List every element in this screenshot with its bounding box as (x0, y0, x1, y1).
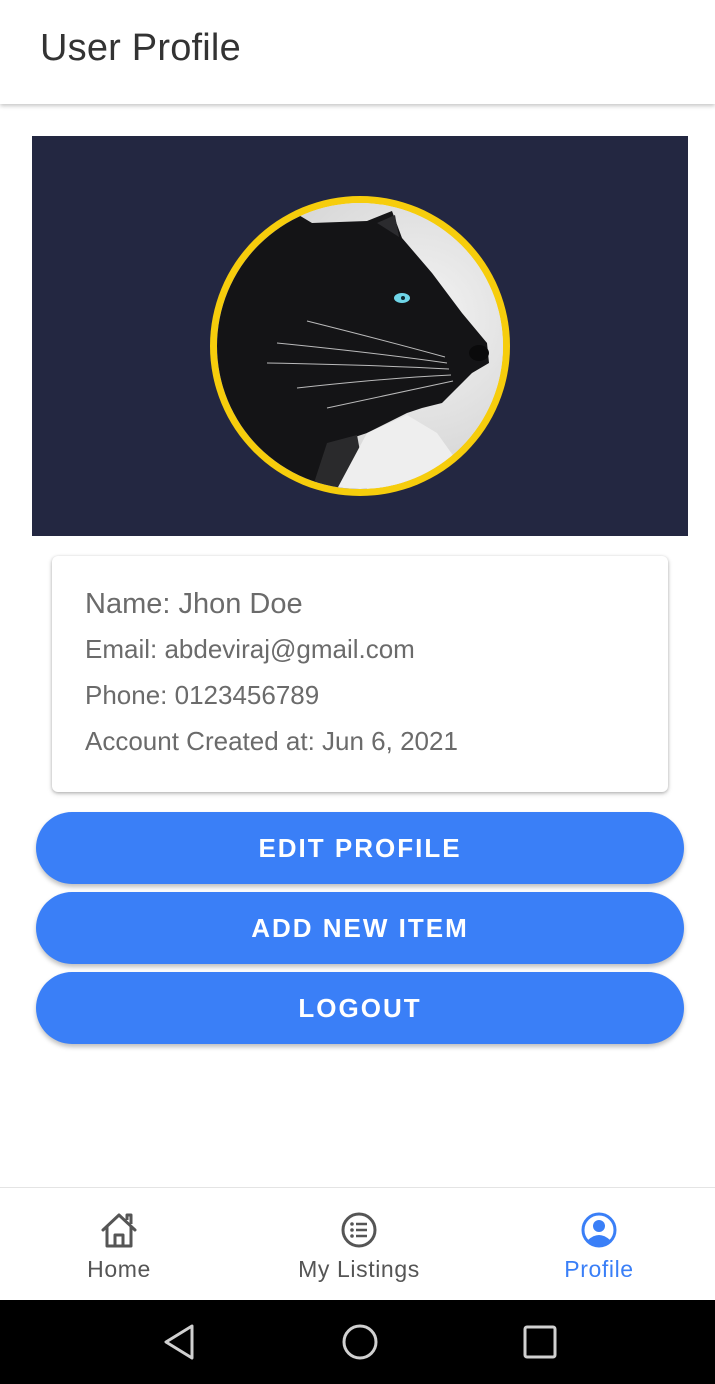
nav-label-my-listings: My Listings (298, 1256, 420, 1282)
profile-name: Name: Jhon Doe (85, 588, 303, 620)
logout-button[interactable]: LOGOUT (36, 972, 684, 1044)
profile-phone: Phone: 0123456789 (85, 680, 320, 710)
recents-square-icon[interactable] (518, 1320, 562, 1364)
avatar-ring (210, 196, 510, 496)
add-new-item-button[interactable]: ADD NEW ITEM (36, 892, 684, 964)
system-navigation-bar (0, 1300, 715, 1384)
account-circle-icon (581, 1212, 617, 1248)
nav-item-home[interactable]: Home (0, 1188, 238, 1300)
list-icon (341, 1212, 377, 1248)
home-circle-icon[interactable] (338, 1320, 382, 1364)
avatar (217, 203, 503, 489)
profile-info-card: Name: Jhon Doe Email: abdeviraj@gmail.co… (52, 556, 668, 792)
app-root: User Profile Name: Jhon Doe Email: abdev… (0, 0, 715, 1384)
nav-label-home: Home (87, 1256, 151, 1282)
nav-item-my-listings[interactable]: My Listings (240, 1188, 478, 1300)
profile-banner (32, 136, 688, 536)
nav-item-profile[interactable]: Profile (480, 1188, 715, 1300)
home-icon (101, 1213, 137, 1248)
nav-label-profile: Profile (564, 1256, 634, 1282)
edit-profile-button[interactable]: EDIT PROFILE (36, 812, 684, 884)
profile-created-date: Account Created at: Jun 6, 2021 (85, 726, 458, 756)
back-triangle-icon[interactable] (158, 1320, 202, 1364)
app-bar: User Profile (0, 0, 715, 104)
page-title: User Profile (40, 27, 241, 69)
profile-email: Email: abdeviraj@gmail.com (85, 634, 415, 664)
bottom-navigation: Home My Listings Profile (0, 1187, 715, 1300)
